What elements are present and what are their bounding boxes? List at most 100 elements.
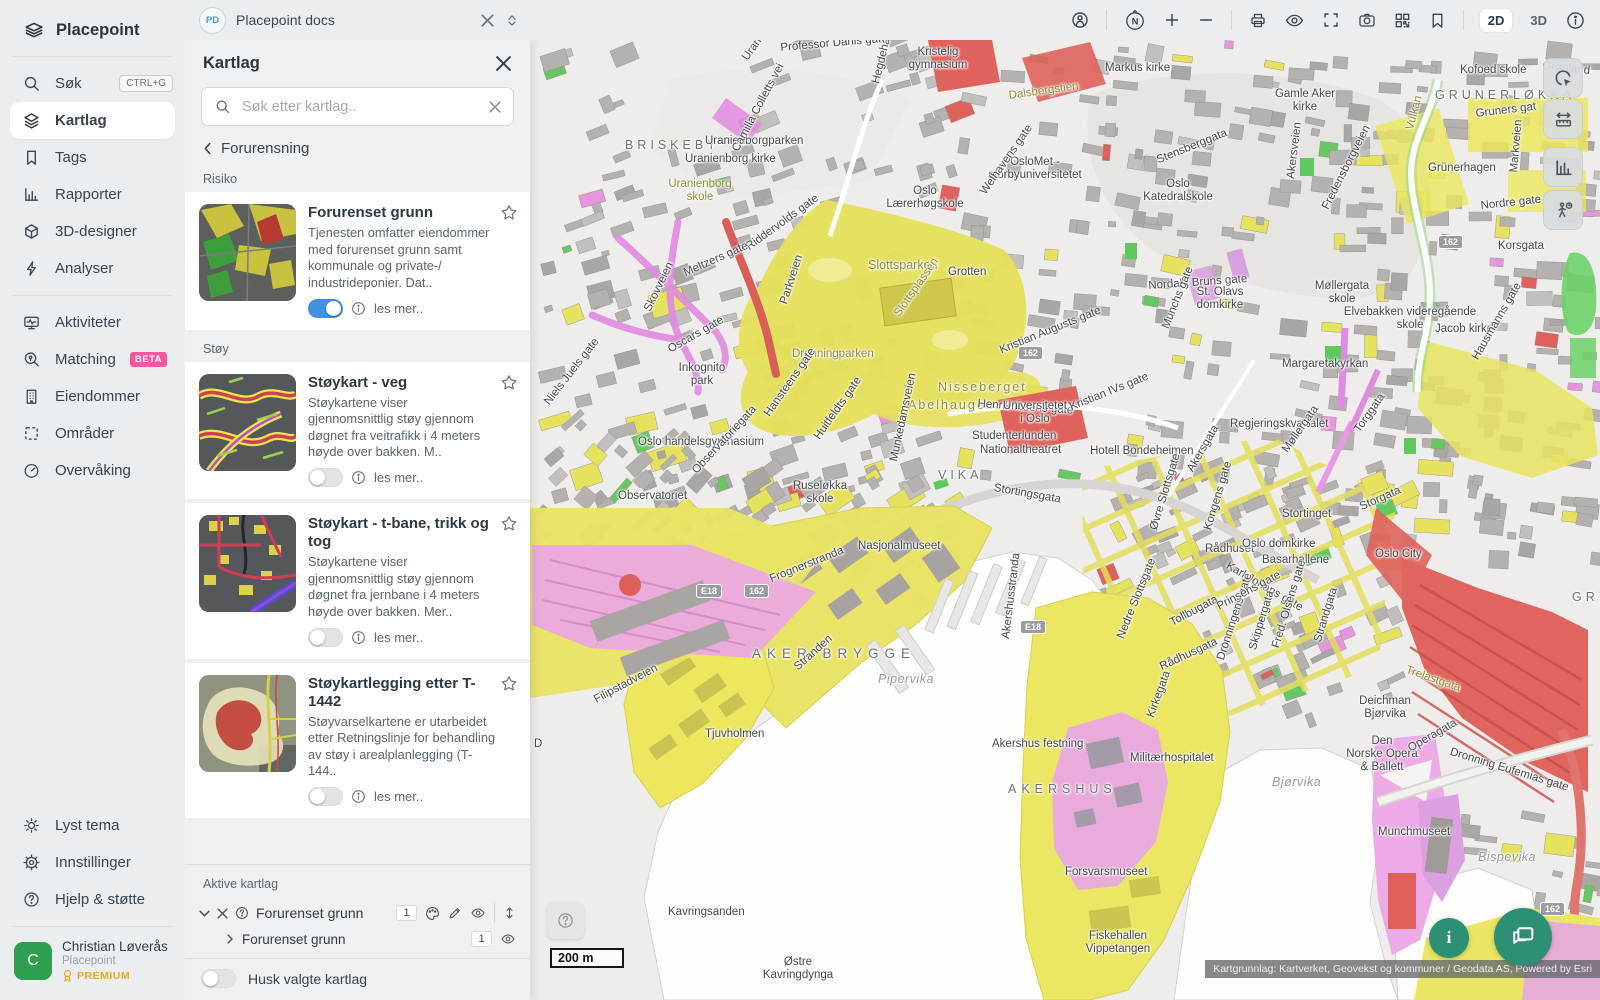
- sidebar-nav-bottom: Lyst tema Innstillinger Hjelp & støtte: [0, 799, 185, 926]
- map-toolbar: N 2D 3D: [1070, 8, 1600, 32]
- chat-fab[interactable]: [1494, 908, 1552, 966]
- breadcrumb-back[interactable]: Forurensning: [185, 130, 530, 165]
- panel-close-icon[interactable]: [495, 55, 512, 72]
- sidebar-item-overvaking[interactable]: Overvåking: [0, 452, 185, 489]
- close-icon[interactable]: [481, 14, 494, 27]
- sidebar-item-eiendommer[interactable]: Eiendommer: [0, 378, 185, 415]
- sidebar-nav-top: Søk CTRL+G Kartlag Tags Rapporter 3D-des…: [0, 57, 185, 295]
- bar-chart-icon: [22, 185, 41, 204]
- compass-icon[interactable]: N: [1123, 8, 1147, 32]
- info-circle-icon[interactable]: [351, 789, 366, 804]
- active-layer-row[interactable]: Forurenset grunn 1: [185, 899, 530, 927]
- layer-card-stoykart-tbane[interactable]: Støykart - t-bane, trikk og tog Støykart…: [185, 503, 530, 659]
- remember-layers-row[interactable]: Husk valgte kartlag: [185, 958, 530, 1000]
- layer-title: Støykart - veg: [308, 374, 496, 392]
- layer-card-forurenset-grunn[interactable]: Forurenset grunn Tjenesten omfatter eien…: [185, 192, 530, 330]
- sidebar-item-label: Matching: [55, 351, 116, 368]
- measure-tool-icon: [1553, 109, 1574, 130]
- edit-pen-icon[interactable]: [448, 906, 462, 920]
- building-icon: [22, 387, 41, 406]
- mode-2d-button[interactable]: 2D: [1480, 9, 1513, 32]
- remove-layer-icon[interactable]: [217, 908, 228, 919]
- zoom-in-icon[interactable]: [1163, 11, 1181, 29]
- palette-icon[interactable]: [425, 906, 440, 921]
- read-more-link[interactable]: les mer..: [374, 470, 423, 485]
- sidebar-item-label: Aktiviteter: [55, 314, 121, 331]
- sidebar-item-hjelp[interactable]: Hjelp & støtte: [0, 881, 185, 918]
- info-fab[interactable]: i: [1429, 918, 1469, 958]
- reorder-icon[interactable]: [503, 906, 516, 920]
- info-circle-icon[interactable]: [351, 301, 366, 316]
- layer-search[interactable]: [201, 87, 514, 126]
- info-fab-icon: i: [1447, 928, 1452, 948]
- visibility-icon[interactable]: [1284, 10, 1305, 31]
- chart-tool-button[interactable]: [1543, 147, 1583, 187]
- clear-search-icon[interactable]: [489, 101, 501, 113]
- sort-icon[interactable]: [506, 14, 518, 27]
- sidebar-item-3d-designer[interactable]: 3D-designer: [0, 213, 185, 250]
- read-more-link[interactable]: les mer..: [374, 789, 423, 804]
- layer-search-input[interactable]: [240, 98, 480, 116]
- sidebar: Placepoint Søk CTRL+G Kartlag Tags Rappo…: [0, 0, 185, 1000]
- sidebar-item-sok[interactable]: Søk CTRL+G: [0, 65, 185, 102]
- travel-time-tool-button[interactable]: [1543, 190, 1583, 230]
- layer-description: Støykartene viser gjennomsnittlig støy g…: [308, 395, 496, 462]
- sidebar-item-lyst-tema[interactable]: Lyst tema: [0, 807, 185, 844]
- walk-clock-icon: [1553, 200, 1574, 221]
- eye-icon[interactable]: [470, 905, 486, 921]
- question-circle-icon[interactable]: [235, 906, 249, 920]
- layer-count-badge: 1: [396, 905, 417, 921]
- layer-description: Støyvarselkartene er utarbeidet etter Re…: [308, 714, 496, 781]
- read-more-link[interactable]: les mer..: [374, 301, 423, 316]
- layer-card-t1442[interactable]: Støykartlegging etter T-1442 Støyvarselk…: [185, 663, 530, 819]
- search-icon: [22, 74, 41, 93]
- sidebar-item-label: Hjelp & støtte: [55, 891, 145, 908]
- map-help-button[interactable]: [547, 902, 584, 939]
- favorite-star-icon[interactable]: [500, 515, 518, 533]
- sidebar-item-innstillinger[interactable]: Innstillinger: [0, 844, 185, 881]
- qr-icon[interactable]: [1393, 11, 1412, 30]
- search-icon: [214, 98, 231, 115]
- sidebar-item-analyser[interactable]: Analyser: [0, 250, 185, 287]
- screenshot-icon[interactable]: [1357, 10, 1377, 30]
- mode-3d-button[interactable]: 3D: [1528, 9, 1549, 32]
- sidebar-item-aktiviteter[interactable]: Aktiviteter: [0, 304, 185, 341]
- info-circle-icon[interactable]: [351, 470, 366, 485]
- eye-icon[interactable]: [500, 931, 516, 947]
- chevron-down-icon[interactable]: [199, 908, 210, 919]
- remember-toggle[interactable]: [201, 969, 236, 988]
- sidebar-item-label: 3D-designer: [55, 223, 137, 240]
- active-sublayer-row[interactable]: Forurenset grunn 1: [185, 927, 530, 951]
- zoom-out-icon[interactable]: [1197, 11, 1215, 29]
- fullscreen-icon[interactable]: [1321, 10, 1341, 30]
- layer-card-stoykart-veg[interactable]: Støykart - veg Støykartene viser gjennom…: [185, 362, 530, 500]
- favorite-star-icon[interactable]: [500, 204, 518, 222]
- sidebar-item-kartlag[interactable]: Kartlag: [10, 102, 175, 139]
- sidebar-item-omrader[interactable]: Områder: [0, 415, 185, 452]
- shortcut-badge: CTRL+G: [119, 75, 173, 92]
- info-circle-icon[interactable]: [351, 630, 366, 645]
- favorite-star-icon[interactable]: [500, 374, 518, 392]
- info-icon[interactable]: [1565, 10, 1586, 31]
- read-more-link[interactable]: les mer..: [374, 630, 423, 645]
- sidebar-item-tags[interactable]: Tags: [0, 139, 185, 176]
- sidebar-item-matching[interactable]: Matching BETA: [0, 341, 185, 378]
- print-icon[interactable]: [1248, 10, 1268, 30]
- chevron-right-icon[interactable]: [225, 934, 235, 944]
- bookmark-icon[interactable]: [1428, 11, 1447, 30]
- help-circle-icon: [22, 890, 41, 909]
- layer-toggle[interactable]: [308, 628, 343, 647]
- favorite-star-icon[interactable]: [500, 675, 518, 693]
- user-org: Placepoint: [62, 955, 168, 967]
- match-search-icon: [22, 350, 41, 369]
- layer-toggle[interactable]: [308, 468, 343, 487]
- map-viewport[interactable]: Professor Dahls gateKristelig gymnasiumM…: [530, 40, 1600, 1000]
- layer-toggle[interactable]: [308, 787, 343, 806]
- sidebar-item-rapporter[interactable]: Rapporter: [0, 176, 185, 213]
- select-tool-button[interactable]: [1543, 58, 1583, 98]
- measure-tool-button[interactable]: [1543, 99, 1583, 139]
- workspace-search[interactable]: PD Placepoint docs: [185, 0, 530, 40]
- streetview-icon[interactable]: [1070, 10, 1090, 30]
- user-profile[interactable]: C Christian Løverås Placepoint PREMIUM: [0, 927, 185, 1000]
- layer-toggle[interactable]: [308, 299, 343, 318]
